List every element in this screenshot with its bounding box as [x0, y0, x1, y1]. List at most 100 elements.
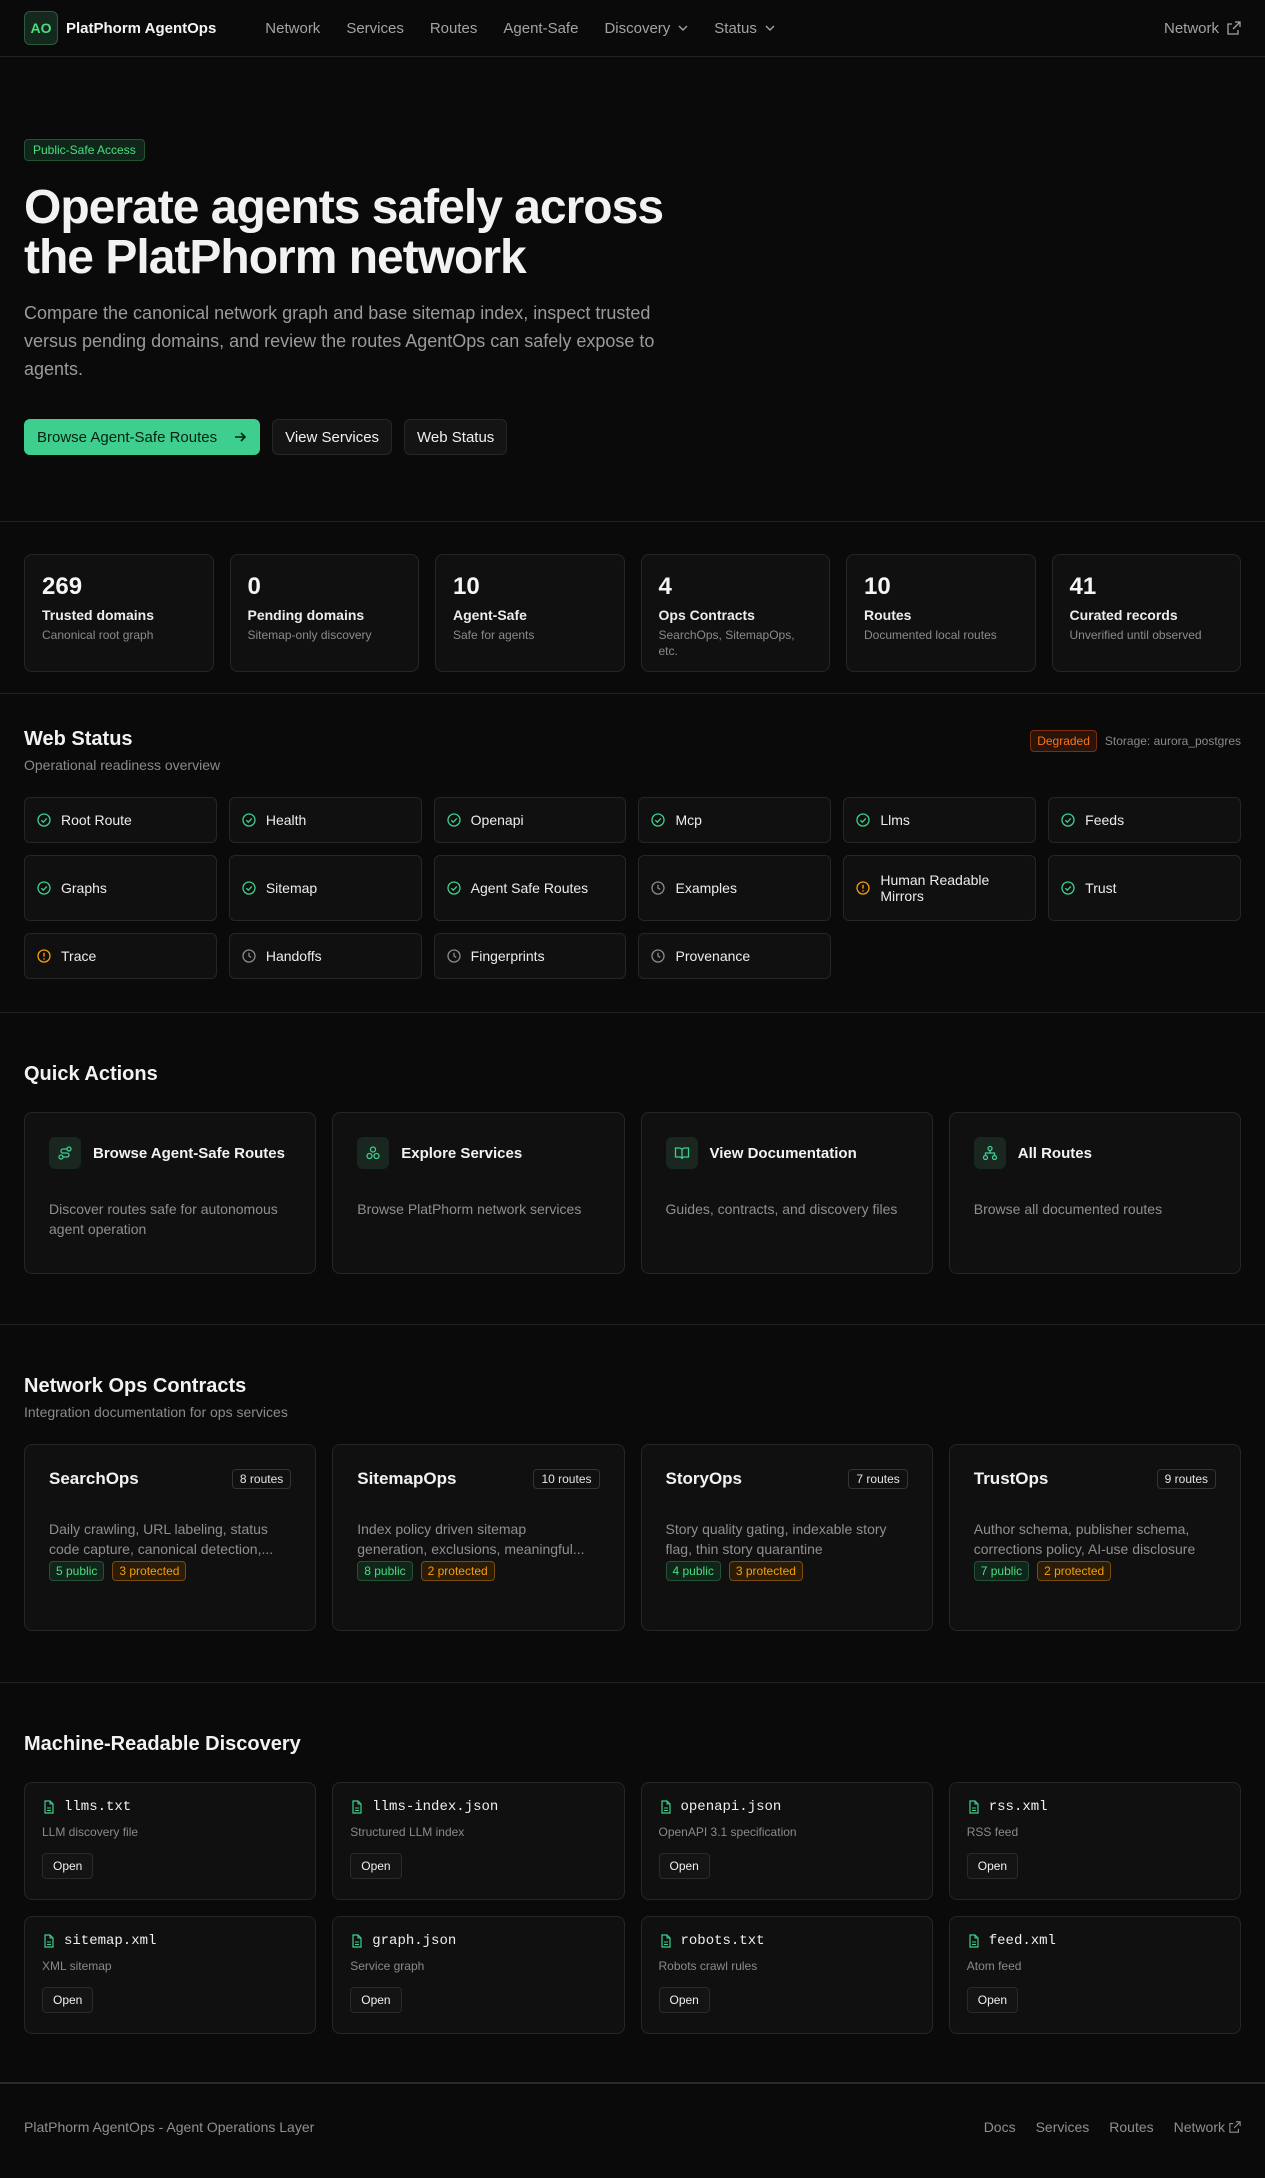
nav-link-routes[interactable]: Routes [417, 20, 491, 37]
web-status-button[interactable]: Web Status [404, 419, 508, 455]
open-file-button[interactable]: Open [350, 1853, 402, 1879]
contract-card[interactable]: StoryOps 7 routes Story quality gating, in… [640, 1444, 933, 1631]
status-item[interactable]: Root Route [24, 797, 217, 843]
file-desc: Service graph [350, 1959, 425, 1973]
nav-link-label: Status [714, 19, 757, 37]
protected-count-badge: 3 protected [112, 1561, 187, 1581]
public-count-badge: 8 public [357, 1561, 413, 1581]
check-circle-icon [37, 881, 51, 895]
open-file-button[interactable]: Open [350, 1987, 402, 2013]
status-item[interactable]: Examples [638, 855, 832, 921]
status-item[interactable]: Handoffs [228, 933, 422, 979]
file-icon [660, 1934, 671, 1948]
quick-action-browse-routes[interactable]: Browse Agent-Safe Routes Discover routes… [24, 1112, 317, 1274]
external-link-icon [1229, 2121, 1241, 2133]
check-circle-icon [447, 813, 461, 827]
status-item[interactable]: Agent Safe Routes [433, 855, 627, 921]
open-file-button[interactable]: Open [966, 1987, 1019, 2013]
open-file-button[interactable]: Open [42, 1987, 94, 2013]
button-label: Browse Agent-Safe Routes [37, 428, 218, 446]
external-network-link[interactable]: Network [1164, 20, 1241, 37]
status-item-label: Graphs [61, 880, 107, 896]
card-title: All Routes [1017, 1144, 1092, 1162]
browse-agent-safe-routes-button[interactable]: Browse Agent-Safe Routes [24, 419, 261, 455]
card-desc: Story quality gating, indexable story fl… [665, 1521, 887, 1557]
section-title: Web Status [24, 728, 133, 750]
stat-card: 41 Curated records Unverified until observ… [1051, 554, 1241, 672]
nav-links: Network Services Routes Agent-Safe Disco… [252, 20, 788, 37]
footer-link-docs[interactable]: Docs [984, 2119, 1016, 2135]
status-item[interactable]: Human Readable Mirrors [843, 855, 1037, 921]
quick-action-all-routes[interactable]: All Routes Browse all documented routes [948, 1112, 1241, 1274]
status-item[interactable]: Llms [843, 797, 1037, 843]
open-file-button[interactable]: Open [42, 1853, 94, 1879]
file-icon [660, 1800, 671, 1814]
file-name: sitemap.xml [64, 1933, 157, 1949]
status-item[interactable]: Graphs [24, 855, 217, 921]
card-desc: Browse all documented routes [973, 1201, 1163, 1217]
status-item[interactable]: Feeds [1048, 797, 1241, 843]
card-header: graph.json [350, 1933, 606, 1949]
clock-icon [651, 949, 666, 963]
card-title: Browse Agent-Safe Routes [93, 1144, 285, 1162]
arrow-right-icon [235, 432, 247, 442]
card-desc: Index policy driven sitemap generation, … [357, 1521, 585, 1557]
status-item-label: Trace [61, 948, 97, 964]
card-desc: Daily crawling, URL labeling, status cod… [49, 1521, 274, 1557]
nav-link-services[interactable]: Services [333, 20, 417, 37]
contract-card[interactable]: SitemapOps 10 routes Index policy driven s… [332, 1444, 625, 1631]
status-item-label: Mcp [675, 812, 702, 828]
contract-card[interactable]: SearchOps 8 routes Daily crawling, URL lab… [24, 1444, 317, 1631]
card-header: TrustOps 9 routes [974, 1469, 1216, 1489]
card-header: llms-index.json [350, 1799, 606, 1815]
section-subtitle: Operational readiness overview [24, 757, 221, 773]
section-subtitle: Integration documentation for ops servic… [24, 1404, 288, 1420]
stat-value: 0 [247, 573, 261, 600]
view-services-button[interactable]: View Services [272, 419, 393, 455]
nav-link-agent-safe[interactable]: Agent-Safe [490, 20, 591, 37]
discovery-file-card: llms-index.json Structured LLM index Open [332, 1782, 625, 1900]
book-icon [665, 1137, 698, 1169]
stat-card: 10 Routes Documented local routes [846, 554, 1036, 672]
routes-count-badge: 8 routes [231, 1469, 292, 1489]
open-file-button[interactable]: Open [658, 1987, 710, 2013]
status-meta: Degraded Storage: aurora_postgres [1030, 730, 1241, 752]
stat-desc: Sitemap-only discovery [247, 628, 372, 642]
chevron-down-icon [678, 25, 688, 31]
stat-card: 4 Ops Contracts SearchOps, SitemapOps, etc… [640, 554, 830, 672]
degraded-badge: Degraded [1030, 730, 1097, 752]
file-name: graph.json [372, 1933, 457, 1949]
status-item-label: Health [265, 812, 307, 828]
status-item[interactable]: Fingerprints [433, 933, 627, 979]
nav-link-network[interactable]: Network [252, 20, 333, 37]
footer-link-services[interactable]: Services [1036, 2119, 1090, 2135]
status-item[interactable]: Trust [1048, 855, 1241, 921]
discovery-file-card: openapi.json OpenAPI 3.1 specification Ope… [640, 1782, 933, 1900]
open-file-button[interactable]: Open [658, 1853, 710, 1879]
brand-name[interactable]: PlatPhorm AgentOps [66, 20, 216, 37]
footer-link-network[interactable]: Network [1174, 2119, 1241, 2135]
check-circle-icon [1061, 813, 1075, 827]
card-header: View Documentation [665, 1137, 908, 1169]
quick-action-view-documentation[interactable]: View Documentation Guides, contracts, an… [640, 1112, 933, 1274]
status-item-label: Provenance [675, 948, 751, 964]
logo[interactable]: AO [24, 11, 58, 45]
footer-link-routes[interactable]: Routes [1109, 2119, 1153, 2135]
nav-dropdown-discovery[interactable]: Discovery [591, 20, 701, 37]
status-item[interactable]: Provenance [638, 933, 832, 979]
card-title: Explore Services [401, 1144, 523, 1162]
stat-label: Agent-Safe [453, 607, 527, 623]
status-item[interactable]: Health [228, 797, 422, 843]
protected-count-badge: 3 protected [728, 1561, 803, 1581]
status-item[interactable]: Mcp [638, 797, 832, 843]
alert-circle-icon [37, 949, 51, 963]
quick-action-explore-services[interactable]: Explore Services Browse PlatPhorm networ… [332, 1112, 625, 1274]
access-badge: Public-Safe Access [24, 139, 145, 161]
contract-card[interactable]: TrustOps 9 routes Author schema, publisher… [948, 1444, 1241, 1631]
open-file-button[interactable]: Open [966, 1853, 1019, 1879]
status-item[interactable]: Trace [24, 933, 217, 979]
stat-desc: Documented local routes [864, 628, 997, 642]
nav-dropdown-status[interactable]: Status [701, 20, 788, 37]
status-item[interactable]: Openapi [433, 797, 627, 843]
status-item[interactable]: Sitemap [228, 855, 422, 921]
